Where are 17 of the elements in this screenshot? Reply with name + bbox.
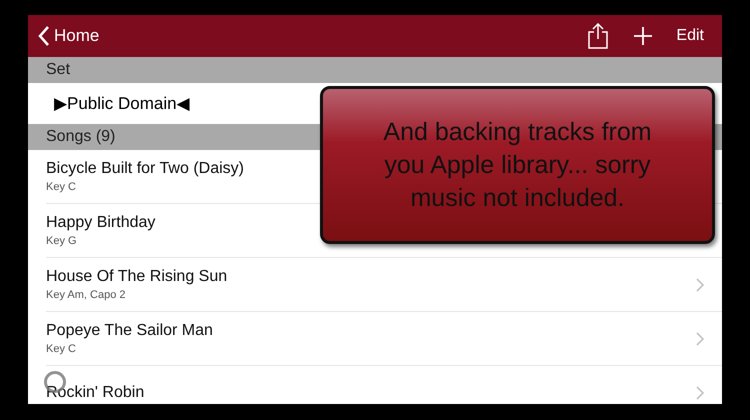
- song-row[interactable]: House Of The Rising Sun Key Am, Capo 2: [46, 258, 722, 312]
- song-key: Key G: [46, 235, 704, 247]
- song-key: Key Am, Capo 2: [46, 289, 696, 301]
- song-row[interactable]: Rockin' Robin: [46, 366, 722, 404]
- song-row[interactable]: Popeye The Sailor Man Key C: [46, 312, 722, 366]
- section-title: Songs (9): [46, 128, 116, 146]
- song-title: Bicycle Built for Two (Daisy): [46, 160, 244, 178]
- back-button[interactable]: Home: [38, 26, 100, 46]
- song-key: Key C: [46, 343, 696, 355]
- song-title: Happy Birthday: [46, 214, 156, 232]
- back-chevron-icon: [38, 26, 50, 46]
- section-title: Set: [46, 61, 70, 79]
- song-title: Popeye The Sailor Man: [46, 322, 213, 340]
- song-title: Rockin' Robin: [46, 384, 144, 402]
- edit-button[interactable]: Edit: [676, 27, 704, 45]
- song-title: House Of The Rising Sun: [46, 268, 228, 286]
- set-name[interactable]: ▶Public Domain◀: [54, 93, 190, 114]
